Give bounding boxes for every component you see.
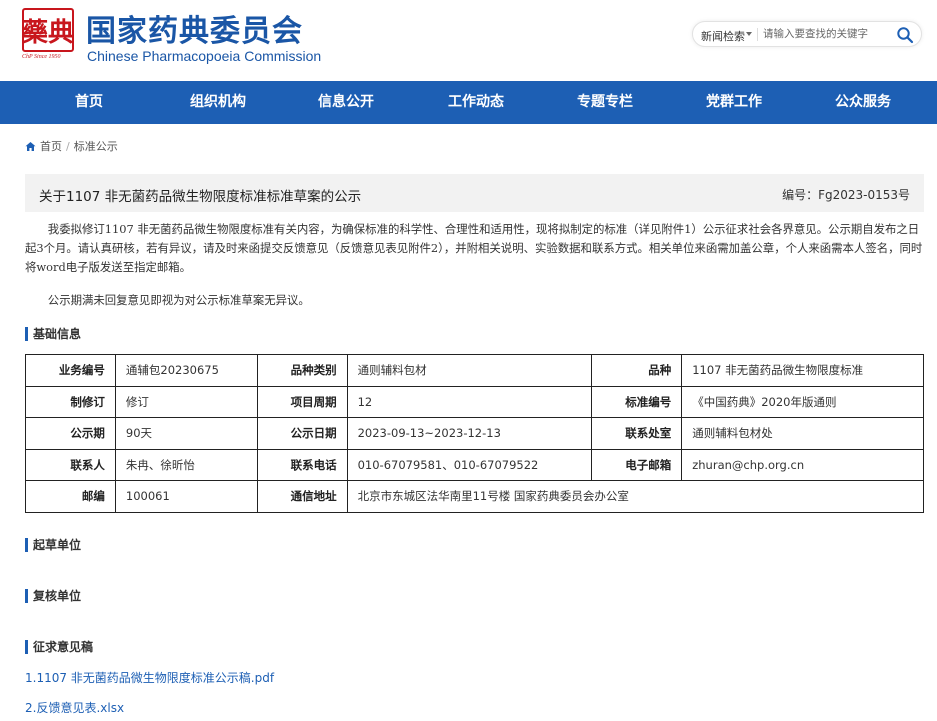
table-key: 业务编号 xyxy=(25,354,116,387)
nav-item-public-service[interactable]: 公众服务 xyxy=(815,81,911,124)
table-value: 修订 xyxy=(114,385,258,418)
chevron-down-icon[interactable] xyxy=(746,32,752,36)
table-key: 电子邮箱 xyxy=(591,448,683,481)
article-title: 关于1107 非无菌药品微生物限度标准标准草案的公示 xyxy=(39,189,362,205)
main-nav: 首页 组织机构 信息公开 工作动态 专题专栏 党群工作 公众服务 xyxy=(0,81,937,124)
attachment-link[interactable]: 2.反馈意见表.xlsx xyxy=(25,699,124,716)
site-name-en: Chinese Pharmacopoeia Commission xyxy=(87,48,322,64)
table-value: 1107 非无菌药品微生物限度标准 xyxy=(681,354,924,387)
table-key: 制修订 xyxy=(25,385,116,418)
table-key: 联系人 xyxy=(25,448,116,481)
basic-info-table: 业务编号 通辅包20230675 品种类别 通则辅料包材 品种 1107 非无菌… xyxy=(25,354,925,513)
logo-glyph: 藥典 xyxy=(22,18,74,48)
article-paragraph-1: 我委拟修订1107 非无菌药品微生物限度标准有关内容，为确保标准的科学性、合理性… xyxy=(25,222,923,274)
table-key: 联系电话 xyxy=(256,448,348,481)
table-value: 通则辅料包材处 xyxy=(681,417,924,450)
table-value: 《中国药典》2020年版通则 xyxy=(681,385,924,418)
table-value: 北京市东城区法华南里11号楼 国家药典委员会办公室 xyxy=(346,480,925,513)
home-icon[interactable] xyxy=(25,141,36,152)
pharmacopoeia-seal-logo[interactable]: 藥典 xyxy=(22,8,74,52)
article-title-bar: 关于1107 非无菌药品微生物限度标准标准草案的公示 编号：Fg2023-015… xyxy=(25,174,924,212)
table-key: 联系处室 xyxy=(591,417,683,450)
section-heading-basic-info: 基础信息 xyxy=(25,327,81,341)
table-value: 12 xyxy=(346,385,593,418)
table-row: 公示期 90天 公示日期 2023-09-13~2023-12-13 联系处室 … xyxy=(25,417,924,450)
search-icon[interactable] xyxy=(896,26,914,44)
breadcrumb-separator: / xyxy=(66,139,70,153)
table-row: 邮编 100061 通信地址 北京市东城区法华南里11号楼 国家药典委员会办公室 xyxy=(25,480,925,513)
table-key: 邮编 xyxy=(25,480,116,513)
search-category-select[interactable]: 新闻检索 xyxy=(701,28,745,44)
nav-item-info-disclosure[interactable]: 信息公开 xyxy=(298,81,394,124)
logo-since-text: ChP Since 1950 xyxy=(22,54,61,60)
table-value: 通辅包20230675 xyxy=(114,354,258,387)
search-divider xyxy=(757,28,758,41)
search-input[interactable] xyxy=(763,25,881,43)
table-value: 90天 xyxy=(114,417,258,450)
table-value: zhuran@chp.org.cn xyxy=(681,448,924,481)
table-key: 品种 xyxy=(591,354,683,387)
nav-item-work-news[interactable]: 工作动态 xyxy=(428,81,524,124)
table-value: 通则辅料包材 xyxy=(346,354,593,387)
table-key: 项目周期 xyxy=(256,385,348,418)
table-key: 通信地址 xyxy=(256,480,348,513)
breadcrumb: 首页 / 标准公示 xyxy=(25,138,118,154)
article-code: 编号：Fg2023-0153号 xyxy=(782,188,910,202)
table-row: 联系人 朱冉、徐昕怡 联系电话 010-67079581、010-6707952… xyxy=(25,448,924,481)
attachment-link[interactable]: 1.1107 非无菌药品微生物限度标准公示稿.pdf xyxy=(25,669,274,686)
table-key: 公示日期 xyxy=(256,417,348,450)
breadcrumb-current[interactable]: 标准公示 xyxy=(74,140,118,153)
site-name-cn[interactable]: 国家药典委员会 xyxy=(86,6,303,50)
table-row: 制修订 修订 项目周期 12 标准编号 《中国药典》2020年版通则 xyxy=(25,385,924,418)
table-value: 100061 xyxy=(114,480,258,513)
table-key: 标准编号 xyxy=(591,385,683,418)
table-value: 010-67079581、010-67079522 xyxy=(346,448,593,481)
table-value: 朱冉、徐昕怡 xyxy=(114,448,258,481)
section-heading-drafts: 征求意见稿 xyxy=(25,640,93,654)
section-heading-drafter: 起草单位 xyxy=(25,538,81,552)
nav-item-special-topics[interactable]: 专题专栏 xyxy=(557,81,653,124)
table-value: 2023-09-13~2023-12-13 xyxy=(346,417,593,450)
nav-item-home[interactable]: 首页 xyxy=(44,81,134,124)
table-row: 业务编号 通辅包20230675 品种类别 通则辅料包材 品种 1107 非无菌… xyxy=(25,354,924,387)
site-header: 藥典 ChP Since 1950 国家药典委员会 Chinese Pharma… xyxy=(0,0,937,81)
nav-item-organization[interactable]: 组织机构 xyxy=(170,81,266,124)
nav-item-party-work[interactable]: 党群工作 xyxy=(686,81,782,124)
table-key: 品种类别 xyxy=(256,354,348,387)
table-key: 公示期 xyxy=(25,417,116,450)
article-paragraph-2: 公示期满未回复意见即视为对公示标准草案无异议。 xyxy=(47,293,310,307)
breadcrumb-home-link[interactable]: 首页 xyxy=(40,140,62,153)
search-bar: 新闻检索 xyxy=(692,21,922,47)
section-heading-reviewer: 复核单位 xyxy=(25,589,81,603)
